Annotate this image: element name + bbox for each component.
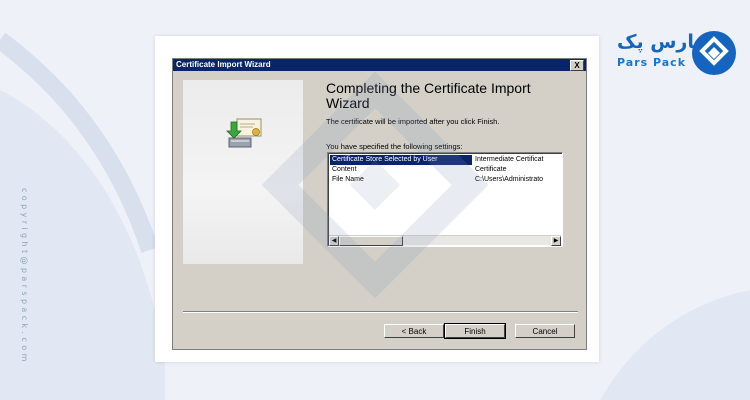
window-title: Certificate Import Wizard	[176, 60, 271, 69]
settings-name: File Name	[332, 176, 364, 183]
parspack-logo: پارس پک Pars Pack	[609, 30, 739, 76]
settings-name: Certificate Store Selected by User	[330, 155, 472, 165]
certificate-import-wizard-dialog: Certificate Import Wizard X Completing t…	[172, 58, 587, 350]
back-button[interactable]: < Back	[384, 324, 444, 338]
settings-value: Certificate	[475, 166, 507, 173]
settings-listview[interactable]: Certificate Store Selected by User Inter…	[327, 152, 563, 247]
parspack-logo-mark-icon	[692, 31, 736, 75]
wizard-description: The certificate will be imported after y…	[326, 117, 500, 126]
scrollbar-thumb[interactable]	[339, 236, 403, 246]
settings-label: You have specified the following setting…	[326, 142, 463, 151]
title-bar[interactable]: Certificate Import Wizard X	[173, 59, 586, 71]
wizard-heading: Completing the Certificate Import Wizard	[326, 80, 531, 111]
settings-row-file-name[interactable]: File Name C:\Users\Administrato	[330, 175, 562, 185]
settings-row-store[interactable]: Certificate Store Selected by User Inter…	[330, 155, 562, 165]
settings-value: C:\Users\Administrato	[475, 176, 544, 183]
logo-text-en: Pars Pack	[617, 56, 687, 69]
scroll-left-arrow-icon[interactable]: ◀	[329, 236, 339, 246]
horizontal-scrollbar[interactable]: ◀ ▶	[329, 235, 561, 246]
certificate-import-icon	[226, 118, 262, 148]
settings-value: Intermediate Certificat	[475, 156, 544, 163]
finish-button[interactable]: Finish	[444, 323, 506, 339]
scroll-right-arrow-icon[interactable]: ▶	[551, 236, 561, 246]
wizard-side-panel	[183, 80, 303, 264]
logo-text-fa: پارس پک	[617, 31, 702, 53]
cancel-button[interactable]: Cancel	[515, 324, 575, 338]
close-button[interactable]: X	[570, 60, 584, 71]
copyright-text: copyright@parspack.com	[20, 188, 29, 365]
settings-row-content[interactable]: Content Certificate	[330, 165, 562, 175]
button-separator	[183, 311, 578, 313]
settings-name: Content	[332, 166, 357, 173]
